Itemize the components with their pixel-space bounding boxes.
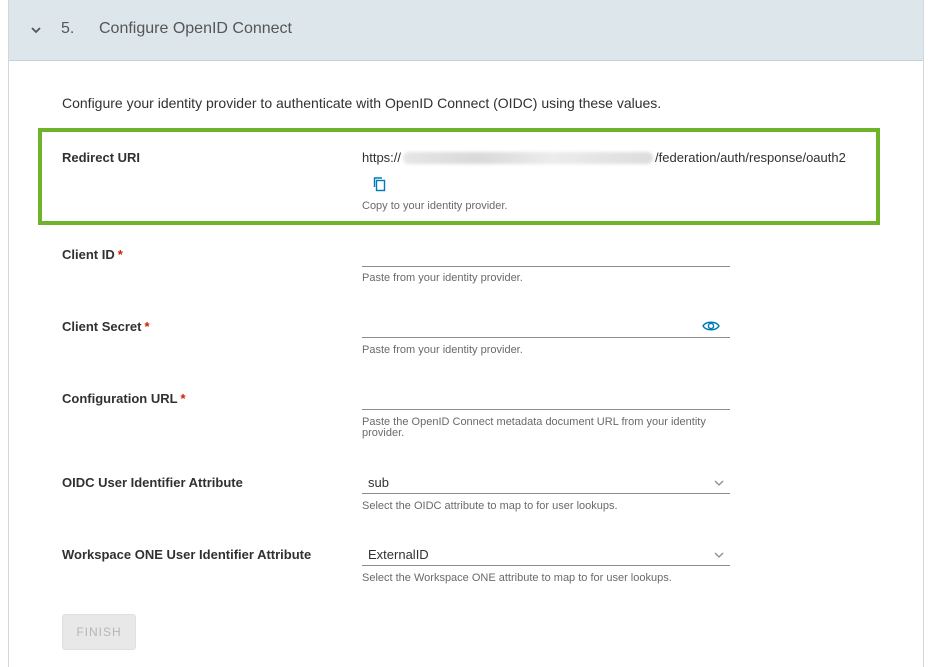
ws1-attr-selected: ExternalID bbox=[368, 547, 429, 562]
client-secret-label: Client Secret * bbox=[62, 319, 150, 334]
step-title: Configure OpenID Connect bbox=[99, 20, 292, 37]
oidc-attr-selected: sub bbox=[368, 475, 389, 490]
redirect-uri-value: https:// /federation/auth/response/oauth… bbox=[362, 150, 846, 165]
ws1-attr-select[interactable]: ExternalID bbox=[362, 544, 730, 566]
required-marker: * bbox=[117, 247, 123, 262]
client-secret-help: Paste from your identity provider. bbox=[362, 344, 523, 356]
chevron-down-icon[interactable] bbox=[29, 23, 43, 37]
caret-down-icon bbox=[714, 552, 724, 558]
finish-button[interactable]: FINISH bbox=[62, 614, 136, 650]
configuration-url-underline bbox=[362, 409, 730, 410]
redirect-uri-help: Copy to your identity provider. bbox=[362, 200, 508, 212]
required-marker: * bbox=[144, 319, 150, 334]
step-number: 5. bbox=[61, 20, 75, 37]
configuration-url-help: Paste the OpenID Connect metadata docume… bbox=[362, 416, 706, 439]
client-id-underline bbox=[362, 266, 730, 267]
client-secret-input[interactable] bbox=[362, 315, 697, 335]
eye-icon[interactable] bbox=[702, 319, 720, 333]
client-id-input[interactable] bbox=[362, 245, 730, 265]
client-secret-underline bbox=[362, 337, 730, 338]
configuration-url-label: Configuration URL * bbox=[62, 391, 186, 406]
oidc-attr-select[interactable]: sub bbox=[362, 472, 730, 494]
redirect-uri-suffix: /federation/auth/response/oauth2 bbox=[655, 150, 846, 165]
ws1-attr-help: Select the Workspace ONE attribute to ma… bbox=[362, 572, 672, 584]
step-header[interactable]: 5. Configure OpenID Connect bbox=[9, 0, 923, 61]
redirect-uri-label: Redirect URI bbox=[62, 150, 141, 165]
oidc-attr-label: OIDC User Identifier Attribute bbox=[62, 475, 243, 490]
caret-down-icon bbox=[714, 480, 724, 486]
oidc-attr-help: Select the OIDC attribute to map to for … bbox=[362, 500, 618, 512]
required-marker: * bbox=[180, 391, 186, 406]
ws1-attr-label: Workspace ONE User Identifier Attribute bbox=[62, 547, 312, 562]
redacted-host bbox=[403, 151, 654, 164]
copy-icon[interactable] bbox=[372, 176, 388, 192]
intro-text: Configure your identity provider to auth… bbox=[62, 95, 662, 111]
configuration-url-input[interactable] bbox=[362, 388, 730, 408]
client-id-label: Client ID * bbox=[62, 247, 123, 262]
redirect-uri-prefix: https:// bbox=[362, 150, 402, 165]
client-id-help: Paste from your identity provider. bbox=[362, 272, 523, 284]
